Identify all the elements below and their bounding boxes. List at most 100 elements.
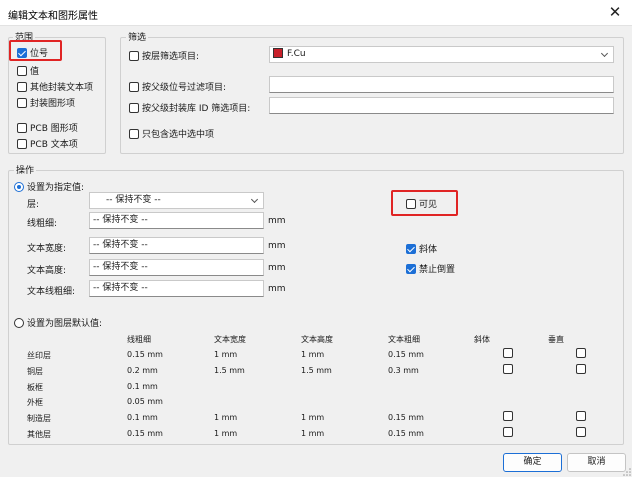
line-width-unit: mm (268, 216, 286, 226)
filter-layer-dropdown[interactable]: F.Cu (269, 46, 614, 63)
set-defaults-label: 设置为图层默认值: (27, 319, 103, 329)
ok-button[interactable]: 确定 (503, 453, 562, 472)
dialog-window: 编辑文本和图形属性 ✕ 范围 位号 值 其他封装文本项 封装图形项 PCB 图形… (0, 0, 632, 477)
row-italic-checkbox[interactable] (503, 427, 513, 437)
col-header-text-width: 文本宽度 (214, 335, 246, 344)
layer-label: 层: (27, 200, 40, 210)
filter-selected-only-label: 只包含选中选中项 (142, 130, 215, 140)
checkbox-icon (17, 138, 27, 149)
row-text-height: 1 mm (301, 413, 325, 422)
visible-checkbox[interactable]: 可见 (406, 197, 437, 210)
checkbox-checked-icon (406, 243, 416, 254)
operation-group-label: 操作 (14, 163, 37, 176)
row-text-thickness: 0.15 mm (388, 429, 424, 438)
row-layer-name: 铜层 (27, 367, 43, 376)
layer-dropdown-value: -- 保持不变 -- (106, 195, 161, 205)
text-width-input[interactable]: -- 保持不变 -- (89, 237, 264, 254)
resize-grip-icon[interactable] (623, 468, 631, 476)
filter-lib-id-input[interactable] (269, 97, 614, 114)
scope-pcb-text-label: PCB 文本项 (30, 140, 78, 150)
row-layer-name: 其他层 (27, 430, 51, 439)
layer-dropdown[interactable]: -- 保持不变 -- (89, 192, 264, 209)
text-thickness-input[interactable]: -- 保持不变 -- (89, 280, 264, 297)
scope-pcb-graphics-label: PCB 图形项 (30, 124, 78, 134)
filter-by-ref-label: 按父级位号过滤项目: (142, 83, 227, 93)
title-bar: 编辑文本和图形属性 ✕ (0, 0, 632, 26)
highlight-box (9, 40, 62, 61)
row-italic-checkbox[interactable] (503, 364, 513, 374)
filter-ref-input[interactable] (269, 76, 614, 93)
row-text-thickness: 0.3 mm (388, 366, 419, 375)
row-upright-checkbox[interactable] (576, 348, 586, 358)
filter-by-layer-checkbox[interactable]: 按层筛选项目: (129, 49, 199, 62)
filter-selected-only-checkbox[interactable]: 只包含选中选中项 (129, 127, 214, 140)
row-line-width: 0.05 mm (127, 397, 163, 406)
row-upright-checkbox[interactable] (576, 364, 586, 374)
line-width-input[interactable]: -- 保持不变 -- (89, 212, 264, 229)
row-italic-checkbox[interactable] (503, 348, 513, 358)
col-header-text-thickness: 文本粗细 (388, 335, 420, 344)
chevron-down-icon (250, 195, 259, 204)
row-text-thickness: 0.15 mm (388, 350, 424, 359)
scope-pcb-text-checkbox[interactable]: PCB 文本项 (17, 137, 78, 150)
filter-by-layer-label: 按层筛选项目: (142, 52, 200, 62)
checkbox-icon (17, 81, 27, 92)
keep-upright-checkbox[interactable]: 禁止倒置 (406, 262, 455, 275)
set-specified-radio[interactable]: 设置为指定值: (14, 180, 84, 193)
row-text-width: 1 mm (214, 413, 238, 422)
text-height-label: 文本高度: (27, 266, 67, 276)
row-text-height: 1.5 mm (301, 366, 332, 375)
set-specified-label: 设置为指定值: (27, 183, 85, 193)
set-defaults-radio[interactable]: 设置为图层默认值: (14, 316, 102, 329)
row-line-width: 0.1 mm (127, 413, 158, 422)
row-layer-name: 外框 (27, 398, 43, 407)
row-text-height: 1 mm (301, 429, 325, 438)
checkbox-checked-icon (406, 263, 416, 274)
italic-checkbox[interactable]: 斜体 (406, 242, 437, 255)
filter-layer-value: F.Cu (287, 49, 306, 59)
row-layer-name: 丝印层 (27, 351, 51, 360)
row-upright-checkbox[interactable] (576, 411, 586, 421)
row-line-width: 0.15 mm (127, 429, 163, 438)
radio-icon (14, 317, 24, 328)
filter-by-ref-checkbox[interactable]: 按父级位号过滤项目: (129, 80, 226, 93)
visible-label: 可见 (419, 200, 438, 210)
checkbox-icon (129, 128, 139, 139)
row-layer-name: 制造层 (27, 414, 51, 423)
checkbox-icon (17, 65, 27, 76)
row-text-width: 1.5 mm (214, 366, 245, 375)
scope-footprint-graphics-checkbox[interactable]: 封装图形项 (17, 96, 75, 109)
row-upright-checkbox[interactable] (576, 427, 586, 437)
checkbox-icon (406, 198, 416, 209)
text-width-unit: mm (268, 241, 286, 251)
scope-value-label: 值 (30, 67, 40, 77)
col-header-italic: 斜体 (474, 335, 490, 344)
text-height-input[interactable]: -- 保持不变 -- (89, 259, 264, 276)
col-header-text-height: 文本高度 (301, 335, 333, 344)
col-header-upright: 垂直 (548, 335, 564, 344)
cancel-button[interactable]: 取消 (567, 453, 626, 472)
filter-by-lib-id-label: 按父级封装库 ID 筛选项目: (142, 104, 251, 114)
text-width-label: 文本宽度: (27, 244, 67, 254)
filter-by-lib-id-checkbox[interactable]: 按父级封装库 ID 筛选项目: (129, 101, 250, 114)
keep-upright-label: 禁止倒置 (419, 265, 456, 275)
window-title: 编辑文本和图形属性 (8, 11, 98, 22)
line-width-label: 线粗细: (27, 219, 58, 229)
text-thickness-label: 文本线粗细: (27, 287, 76, 297)
text-thickness-unit: mm (268, 284, 286, 294)
layer-color-swatch (273, 48, 283, 58)
row-italic-checkbox[interactable] (503, 411, 513, 421)
row-text-width: 1 mm (214, 429, 238, 438)
scope-footprint-graphics-label: 封装图形项 (30, 99, 76, 109)
row-text-height: 1 mm (301, 350, 325, 359)
row-layer-name: 板框 (27, 383, 43, 392)
text-height-unit: mm (268, 263, 286, 273)
checkbox-icon (17, 122, 27, 133)
close-icon[interactable]: ✕ (598, 0, 632, 26)
scope-value-checkbox[interactable]: 值 (17, 64, 39, 77)
scope-pcb-graphics-checkbox[interactable]: PCB 图形项 (17, 121, 78, 134)
checkbox-icon (17, 97, 27, 108)
col-header-line-width: 线粗细 (127, 335, 151, 344)
scope-other-text-checkbox[interactable]: 其他封装文本项 (17, 80, 93, 93)
checkbox-icon (129, 102, 139, 113)
